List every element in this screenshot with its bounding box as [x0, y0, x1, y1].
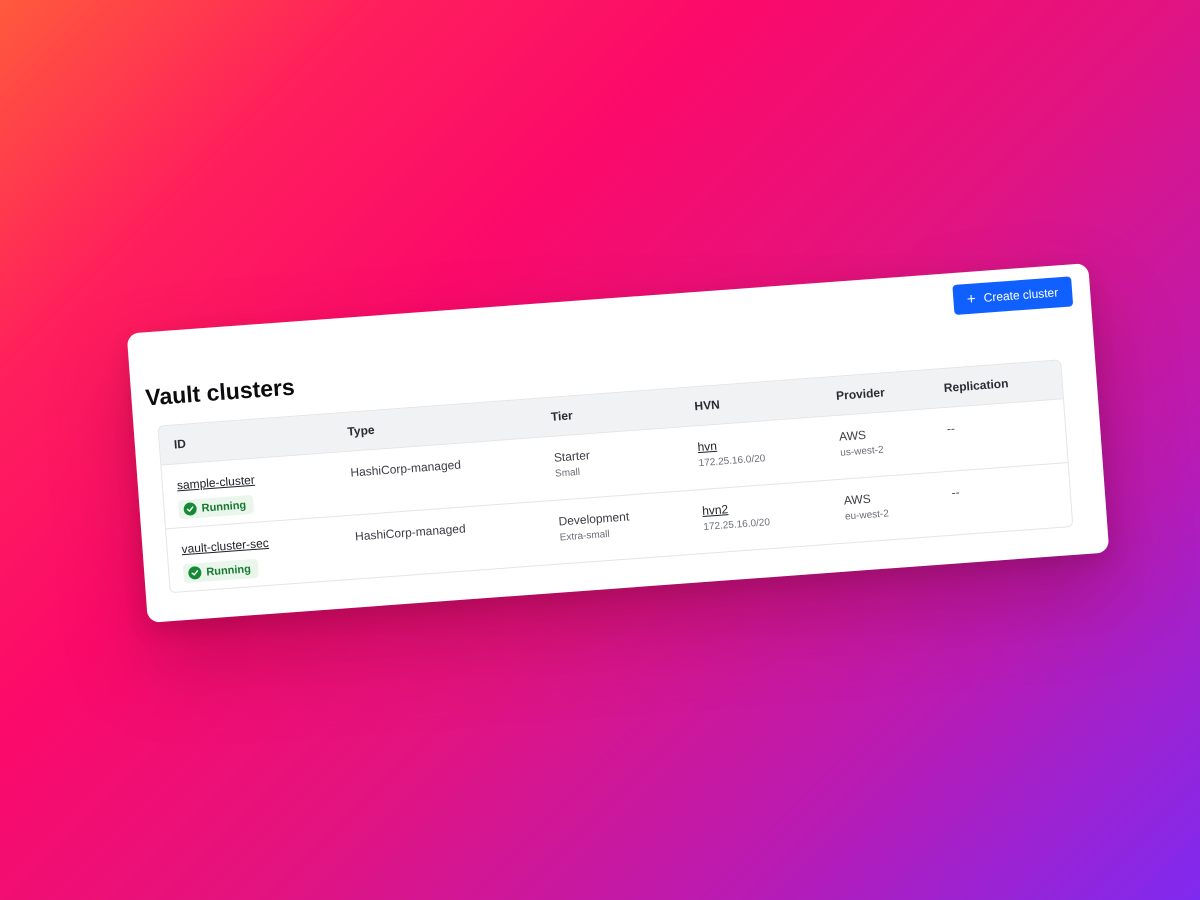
- cluster-id-cell: vault-cluster-sec Running: [166, 517, 344, 585]
- cluster-id-cell: sample-cluster Running: [161, 453, 339, 521]
- cluster-tier-cell: Development Extra-small: [543, 491, 690, 544]
- status-label: Running: [201, 498, 247, 515]
- column-header-type: Type: [346, 422, 376, 439]
- cluster-type: HashiCorp-managed: [349, 457, 462, 480]
- create-cluster-label: Create cluster: [983, 285, 1059, 305]
- page-title: Vault clusters: [144, 373, 296, 411]
- cluster-id-link[interactable]: sample-cluster: [176, 473, 255, 493]
- plus-icon: +: [966, 289, 977, 308]
- cluster-replication: --: [946, 421, 956, 436]
- column-header-provider: Provider: [835, 385, 886, 403]
- cluster-provider: AWS: [838, 427, 867, 444]
- cluster-tier-cell: Starter Small: [538, 427, 685, 480]
- cluster-hvn-cell: hvn 172.25.16.0/20: [682, 417, 827, 470]
- column-header-id: ID: [173, 436, 187, 452]
- create-cluster-button[interactable]: + Create cluster: [951, 276, 1074, 316]
- hvn-cidr: 172.25.16.0/20: [698, 453, 766, 470]
- hvn-link[interactable]: hvn2: [702, 502, 729, 518]
- status-badge: Running: [182, 558, 259, 584]
- hvn-link[interactable]: hvn: [697, 439, 717, 454]
- cluster-provider-cell: AWS eu-west-2: [828, 473, 939, 524]
- check-circle-icon: [187, 565, 202, 580]
- cluster-provider: AWS: [843, 491, 872, 508]
- cluster-region: us-west-2: [839, 444, 884, 459]
- status-label: Running: [205, 562, 252, 578]
- column-header-replication: Replication: [943, 376, 1009, 395]
- column-header-hvn: HVN: [694, 397, 721, 414]
- vault-clusters-card: + Create cluster Vault clusters ID Type …: [126, 263, 1110, 623]
- status-badge: Running: [178, 494, 254, 520]
- cluster-type: HashiCorp-managed: [354, 521, 467, 544]
- cluster-replication: --: [951, 485, 961, 500]
- cluster-id-link[interactable]: vault-cluster-sec: [181, 536, 269, 556]
- check-circle-icon: [183, 502, 198, 516]
- column-header-tier: Tier: [550, 408, 574, 424]
- background: + Create cluster Vault clusters ID Type …: [0, 0, 1200, 900]
- cluster-provider-cell: AWS us-west-2: [824, 409, 935, 460]
- cluster-hvn-cell: hvn2 172.25.16.0/20: [687, 481, 832, 534]
- cluster-region: eu-west-2: [844, 508, 890, 523]
